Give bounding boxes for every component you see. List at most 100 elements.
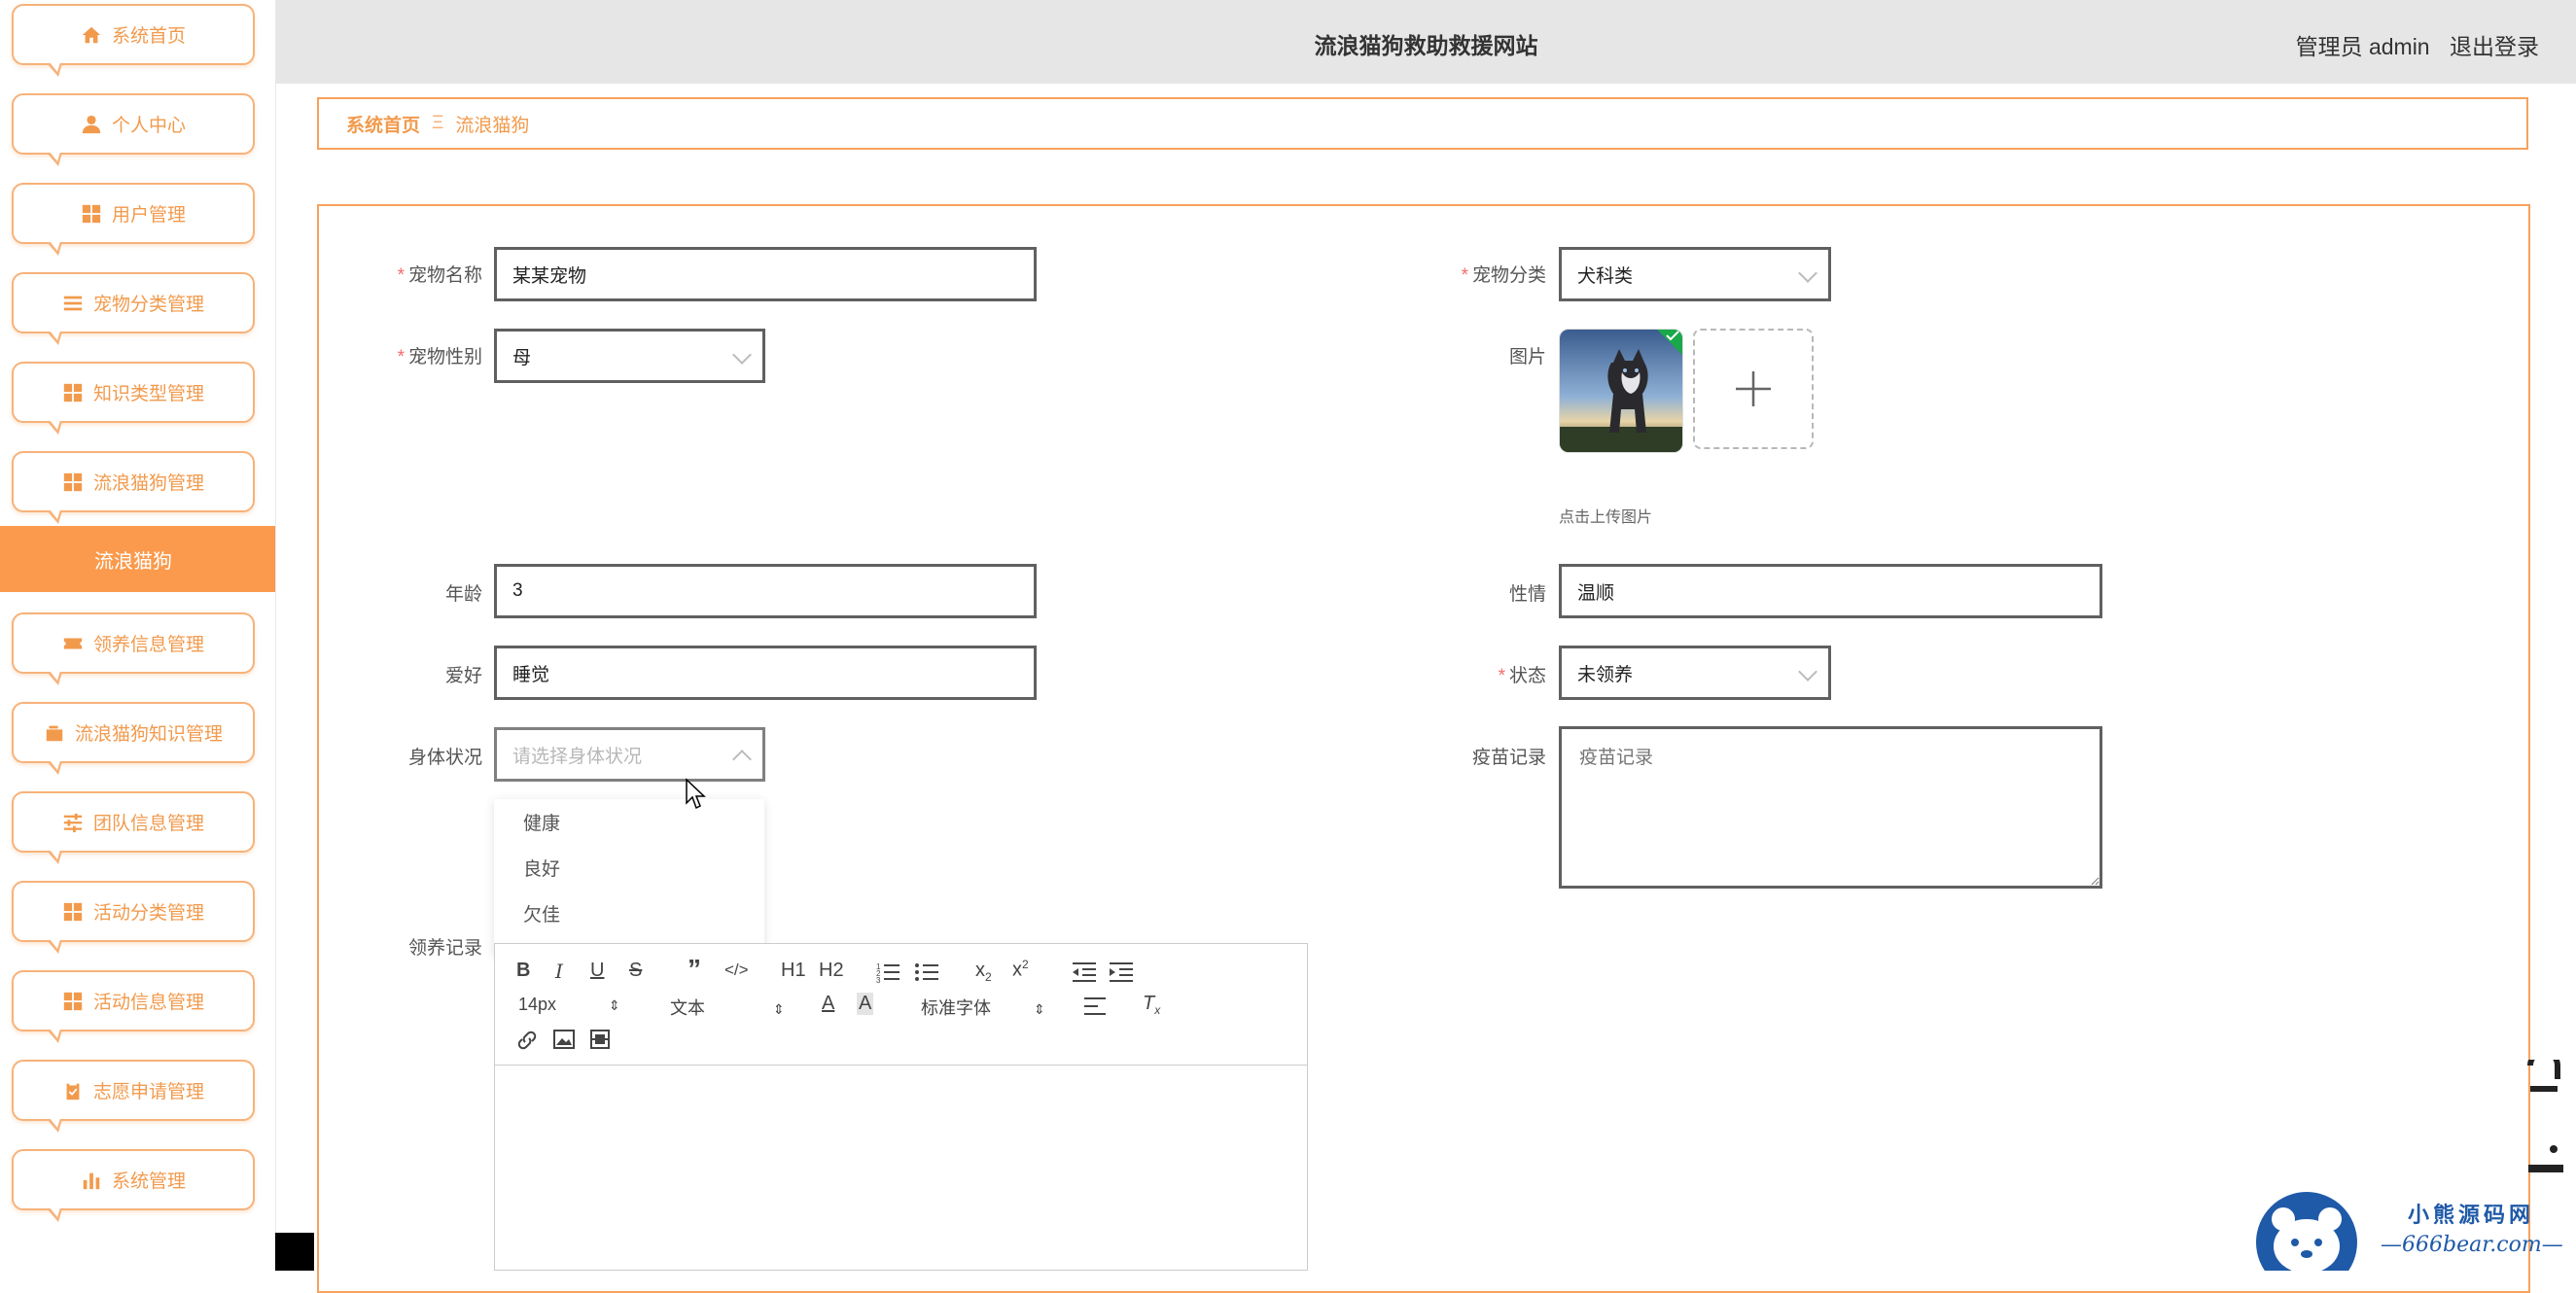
ordered-list-icon[interactable]: 123 (876, 961, 900, 983)
font-color-icon[interactable]: A (822, 993, 834, 1015)
sidebar-item-label: 知识类型管理 (92, 384, 204, 404)
paragraph-select[interactable]: 文本 ⇕ (670, 995, 785, 1020)
sidebar-item-activity-category[interactable]: 活动分类管理 (12, 881, 255, 954)
blockquote-icon[interactable]: ” (688, 956, 701, 983)
sidebar-item-knowledge-type[interactable]: 知识类型管理 (12, 362, 255, 435)
sidebar-item-pet-category[interactable]: 宠物分类管理 (12, 272, 255, 345)
bullet-list-icon[interactable] (915, 961, 938, 983)
code-icon[interactable]: </> (724, 961, 749, 980)
sidebar-item-label: 团队信息管理 (92, 814, 204, 834)
sidebar-item-system[interactable]: 系统管理 (12, 1149, 255, 1222)
body-condition-label: 身体状况 (407, 748, 482, 768)
hobby-input[interactable]: 睡觉 (494, 646, 1037, 700)
link-icon[interactable] (516, 1030, 538, 1051)
floating-side-widget[interactable] (2526, 1049, 2565, 1176)
adoption-record-editor: B I U S ” </> H1 H2 123 x2 x2 14px ⇕ 文本 ⇕ … (494, 943, 1308, 1271)
header-user-area: 管理员 admin 退出登录 (2282, 28, 2539, 61)
uploaded-pet-image[interactable] (1559, 329, 1683, 453)
grid-icon (62, 382, 84, 403)
pet-gender-label: * 宠物性别 (397, 347, 482, 367)
bar-chart-icon (81, 1170, 102, 1191)
superscript-icon[interactable]: x2 (1012, 958, 1029, 982)
sidebar-item-label: 活动信息管理 (92, 993, 204, 1013)
top-header: 流浪猫狗救助救援网站 管理员 admin 退出登录 (276, 0, 2576, 84)
clipboard-icon (62, 1080, 84, 1101)
sidebar-item-stray-pets[interactable]: 流浪猫狗管理 (12, 451, 255, 524)
heading2-button[interactable]: H2 (819, 960, 844, 982)
align-icon[interactable] (1084, 996, 1106, 1016)
subscript-icon[interactable]: x2 (975, 960, 992, 984)
side-widget-icon (2527, 1049, 2563, 1172)
underline-icon[interactable]: U (590, 960, 604, 982)
hobby-label: 爱好 (444, 666, 482, 686)
pet-gender-select[interactable]: 母 (494, 329, 765, 383)
image-label: 图片 (1508, 347, 1546, 367)
indent-icon[interactable] (1110, 961, 1133, 983)
adoption-record-label: 领养记录 (407, 938, 482, 959)
background-color-icon[interactable]: A (857, 993, 874, 1015)
svg-text:3: 3 (876, 976, 881, 983)
sidebar-item-adoption[interactable]: 领养信息管理 (12, 612, 255, 685)
logout-link[interactable]: 退出登录 (2450, 34, 2539, 59)
body-condition-dropdown: 健康 良好 欠佳 (494, 799, 764, 955)
image-icon[interactable] (553, 1030, 575, 1049)
sliders-icon (62, 812, 84, 833)
sidebar-item-activity-info[interactable]: 活动信息管理 (12, 970, 255, 1043)
temperament-label: 性情 (1508, 584, 1546, 605)
sidebar-item-label: 宠物分类管理 (92, 295, 204, 315)
dropdown-option-good[interactable]: 良好 (494, 845, 764, 891)
status-select[interactable]: 未领养 (1559, 646, 1831, 700)
breadcrumb-home[interactable]: 系统首页 (346, 111, 420, 137)
upload-add-button[interactable] (1693, 329, 1814, 449)
font-family-select[interactable]: 标准字体 ⇕ (921, 995, 1045, 1020)
home-icon (81, 24, 102, 46)
vaccine-record-textarea[interactable] (1559, 726, 2102, 889)
watermark-title: 小熊源码网 (2408, 1203, 2535, 1228)
editor-toolbar: B I U S ” </> H1 H2 123 x2 x2 14px ⇕ 文本 ⇕ … (495, 944, 1307, 1066)
sidebar-item-label: 系统管理 (111, 1171, 186, 1192)
watermark-logo: 小熊源码网 —666bear.com— (2237, 1186, 2576, 1293)
vaccine-record-label: 疫苗记录 (1471, 748, 1546, 768)
dropdown-option-healthy[interactable]: 健康 (494, 799, 764, 845)
outdent-icon[interactable] (1073, 961, 1096, 983)
plus-icon (1736, 371, 1771, 406)
user-icon (81, 114, 102, 135)
bold-icon[interactable]: B (516, 960, 530, 982)
strikethrough-icon[interactable]: S (629, 960, 642, 982)
sidebar-item-label: 活动分类管理 (92, 903, 204, 924)
age-label: 年龄 (444, 584, 482, 605)
temperament-input[interactable]: 温顺 (1559, 564, 2102, 618)
sidebar-item-label: 流浪猫狗管理 (92, 473, 204, 494)
chevron-down-icon (1798, 662, 1817, 681)
heading1-button[interactable]: H1 (781, 960, 806, 982)
upload-tip: 点击上传图片 (1559, 509, 1653, 526)
age-input[interactable]: 3 (494, 564, 1037, 618)
sidebar-item-label: 流浪猫狗知识管理 (74, 724, 223, 745)
sidebar: 系统首页 个人中心 用户管理 宠物分类管理 知识类型管理 流浪猫狗管理 流浪猫狗… (0, 0, 276, 1271)
sidebar-item-team[interactable]: 团队信息管理 (12, 791, 255, 864)
sidebar-item-label: 系统首页 (111, 26, 186, 47)
pet-category-select[interactable]: 犬科类 (1559, 247, 1831, 301)
sidebar-item-volunteer[interactable]: 志愿申请管理 (12, 1060, 255, 1133)
dropdown-option-poor[interactable]: 欠佳 (494, 891, 764, 936)
sidebar-item-profile[interactable]: 个人中心 (12, 93, 255, 166)
sidebar-subitem-stray-pets[interactable]: 流浪猫狗 (0, 526, 275, 592)
italic-icon[interactable]: I (555, 960, 563, 983)
sidebar-item-users[interactable]: 用户管理 (12, 183, 255, 256)
sidebar-item-home[interactable]: 系统首页 (12, 4, 255, 77)
breadcrumb: 系统首页 Ξ 流浪猫狗 (317, 97, 2528, 150)
sidebar-item-label: 领养信息管理 (92, 635, 204, 655)
font-size-select[interactable]: 14px ⇕ (518, 995, 620, 1015)
clear-format-icon[interactable]: Tx (1143, 993, 1160, 1017)
sidebar-item-knowledge[interactable]: 流浪猫狗知识管理 (12, 702, 255, 775)
user-label: 管理员 admin (2295, 34, 2430, 59)
chevron-up-icon (732, 750, 752, 769)
body-condition-select[interactable]: 请选择身体状况 (494, 727, 765, 782)
video-icon[interactable] (590, 1030, 610, 1049)
sidebar-item-label: 个人中心 (111, 116, 186, 136)
breadcrumb-current: 流浪猫狗 (455, 115, 530, 136)
sidebar-item-label: 用户管理 (111, 205, 186, 226)
pet-name-input[interactable]: 某某宠物 (494, 247, 1037, 301)
wallet-icon (44, 722, 65, 744)
pet-category-label: * 宠物分类 (1461, 265, 1546, 286)
